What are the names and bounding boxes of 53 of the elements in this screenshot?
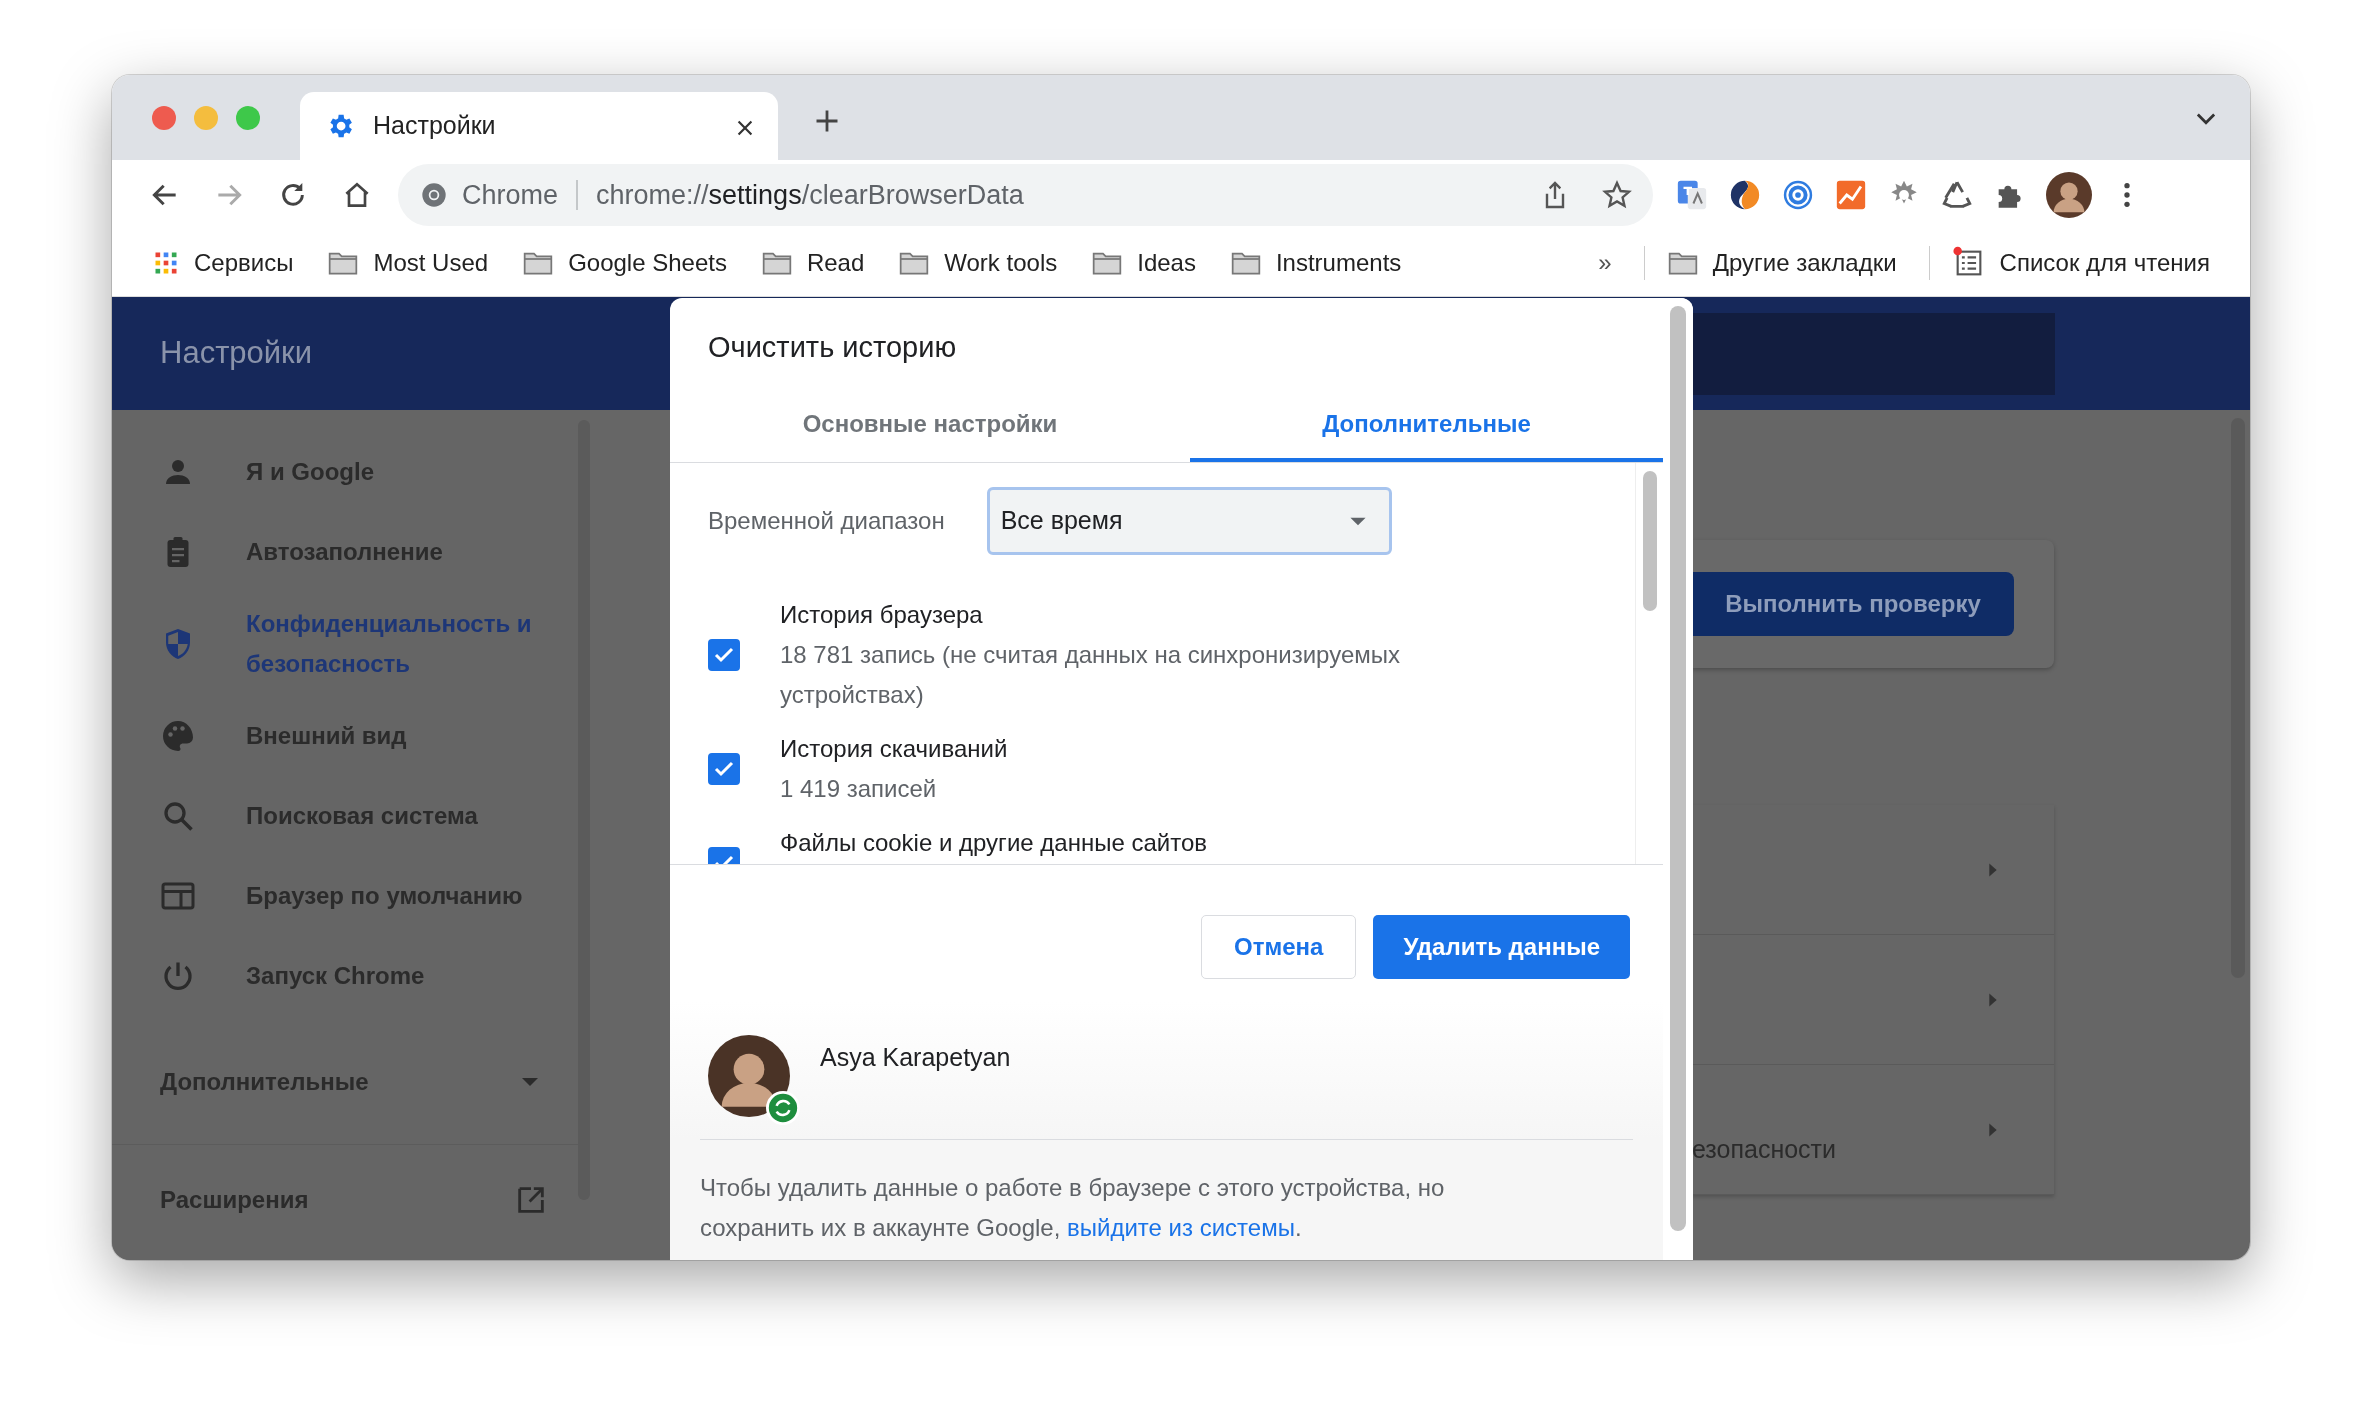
settings-title: Настройки [160, 334, 312, 373]
checkbox[interactable] [708, 753, 740, 785]
cancel-button[interactable]: Отмена [1201, 915, 1357, 979]
sidebar-item[interactable]: Поисковая система [112, 776, 578, 856]
bookmark[interactable]: Work tools [886, 245, 1070, 281]
translate-icon[interactable] [1675, 178, 1709, 212]
bookmark[interactable]: Другие закладки [1654, 245, 1909, 281]
sidebar-item[interactable]: Я и Google [112, 432, 578, 512]
sidebar-item[interactable]: Автозаполнение [112, 512, 578, 592]
tab-title: Настройки [373, 110, 497, 142]
time-range-dropdown[interactable]: Все время [986, 487, 1392, 555]
swirl-icon[interactable] [1728, 178, 1762, 212]
extensions-link[interactable]: Расширения [160, 1181, 309, 1218]
star-icon[interactable] [1601, 179, 1633, 211]
bookmark[interactable]: Instruments [1217, 245, 1414, 281]
sidebar-item[interactable]: Браузер по умолчанию [112, 856, 578, 936]
scrollbar-thumb[interactable] [1670, 306, 1686, 1231]
sign-out-link[interactable]: выйдите из системы [1067, 1214, 1295, 1241]
reading-list-button[interactable]: Список для чтения [1939, 245, 2222, 281]
sidebar-item[interactable]: Внешний вид [112, 696, 578, 776]
avatar[interactable] [2046, 172, 2092, 218]
row-label: езопасности [1692, 1133, 1837, 1165]
address-bar[interactable]: Chrome chrome://settings/clearBrowserData [398, 164, 1653, 226]
dialog-tab[interactable]: Основные настройки [670, 390, 1190, 462]
palette-icon [160, 718, 196, 754]
run-check-button[interactable]: Выполнить проверку [1692, 572, 2014, 636]
option-detail: 1 419 записей [780, 774, 938, 804]
option-detail: 18 781 запись (не считая данных на синхронизируемых устройствах) [780, 640, 1401, 710]
option-title: История скачиваний [780, 734, 1008, 764]
delete-data-button[interactable]: Удалить данные [1373, 915, 1630, 979]
chart-icon[interactable] [1834, 178, 1868, 212]
bookmark[interactable]: Google Sheets [510, 245, 739, 281]
field-label: Временной диапазон [708, 506, 945, 536]
close-light[interactable] [152, 105, 176, 130]
url-text: chrome://settings/clearBrowserData [596, 178, 1025, 212]
option-title: История браузера [780, 600, 984, 630]
browser-tab[interactable]: Настройки [300, 92, 778, 160]
site-label: Chrome [462, 178, 559, 212]
more-bookmarks-button[interactable]: » [1586, 245, 1624, 281]
browser-logo-icon [420, 181, 448, 209]
advanced-section-toggle[interactable]: Дополнительные [112, 1034, 578, 1130]
dialog-title: Очистить историю [707, 330, 958, 365]
footer-text: Чтобы удалить данные о работе в браузере с этого устройства, но сохранить их в аккаунте Google, выйдите из системы. [700, 1173, 1446, 1243]
checkbox[interactable] [708, 639, 740, 671]
account-name: Asya Karapetyan [820, 1042, 1011, 1073]
bookmark[interactable]: Ideas [1079, 245, 1208, 281]
bookmark[interactable]: Most Used [315, 245, 501, 281]
scrollbar-thumb[interactable] [1642, 471, 1657, 611]
caret-down-icon [522, 1078, 538, 1086]
bookmark[interactable]: Сервисы [140, 245, 306, 281]
sidebar-item[interactable]: Запуск Chrome [112, 936, 578, 1016]
bookmark[interactable]: Read [748, 245, 877, 281]
option-title: Файлы cookie и другие данные сайтов [780, 828, 1207, 858]
